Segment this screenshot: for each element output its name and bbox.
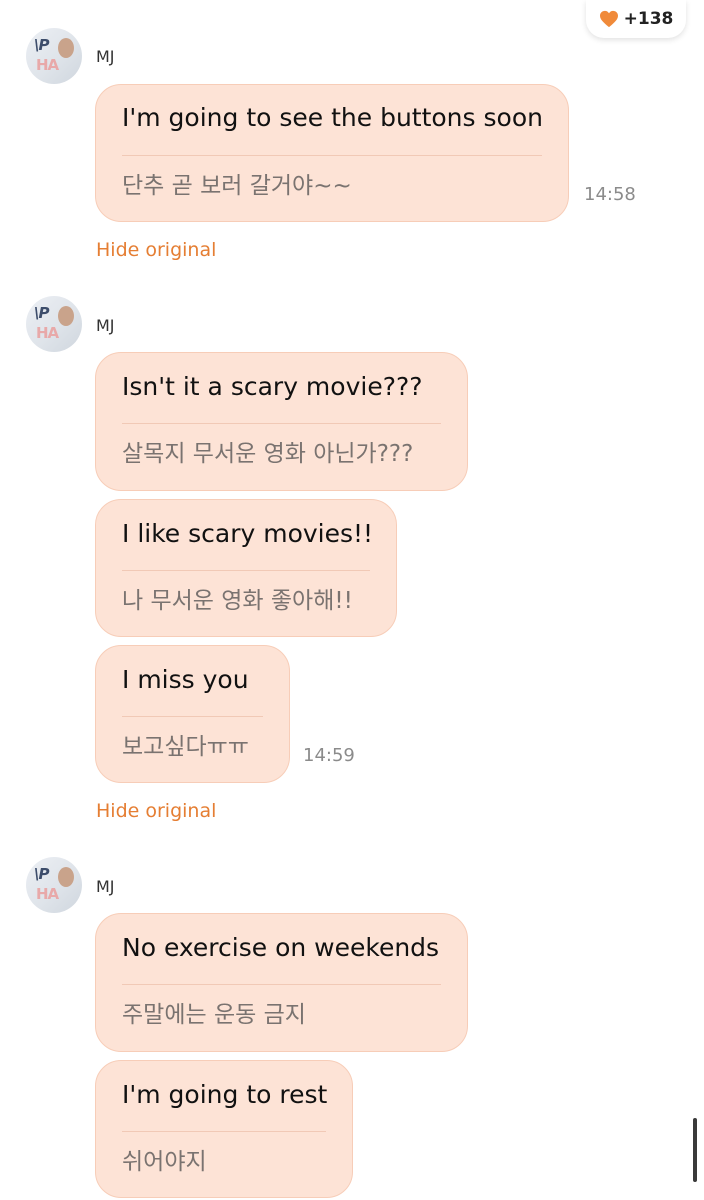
message-text: I'm going to see the buttons soon xyxy=(122,103,543,132)
sender-name: MJ xyxy=(96,47,115,66)
avatar[interactable]: \P HA xyxy=(26,296,82,352)
original-text: 주말에는 운동 금지 xyxy=(122,1002,306,1028)
message-bubble[interactable]: No exercise on weekends 주말에는 운동 금지 xyxy=(95,913,468,1052)
hide-original-link[interactable]: Hide original xyxy=(96,239,216,261)
original-text: 살목지 무서운 영화 아닌가??? xyxy=(122,441,414,467)
heart-icon xyxy=(599,10,618,28)
original-text: 보고싶다ㅠㅠ xyxy=(122,734,249,760)
divider xyxy=(122,570,370,571)
divider xyxy=(122,984,441,985)
avatar[interactable]: \P HA xyxy=(26,857,82,913)
divider xyxy=(122,716,263,717)
original-text: 나 무서운 영화 좋아해!! xyxy=(122,588,353,614)
message-bubble[interactable]: I like scary movies!! 나 무서운 영화 좋아해!! xyxy=(95,499,397,637)
message-bubble[interactable]: I'm going to rest 쉬어야지 xyxy=(95,1060,353,1198)
avatar[interactable]: \P HA xyxy=(26,28,82,84)
divider xyxy=(122,1131,326,1132)
hide-original-link[interactable]: Hide original xyxy=(96,800,216,822)
timestamp: 14:58 xyxy=(584,184,636,205)
scrollbar[interactable] xyxy=(693,1118,697,1182)
message-bubble[interactable]: I miss you 보고싶다ㅠㅠ xyxy=(95,645,290,783)
original-text: 쉬어야지 xyxy=(122,1149,207,1175)
original-text: 단추 곧 보러 갈거야~~ xyxy=(122,173,352,199)
timestamp: 14:59 xyxy=(303,745,355,766)
message-text: I miss you xyxy=(122,665,249,694)
reaction-count: +138 xyxy=(623,9,674,29)
message-text: I'm going to rest xyxy=(122,1080,328,1109)
divider xyxy=(122,423,441,424)
divider xyxy=(122,155,542,156)
message-text: I like scary movies!! xyxy=(122,519,374,548)
message-bubble[interactable]: I'm going to see the buttons soon 단추 곧 보… xyxy=(95,84,569,222)
reaction-badge[interactable]: +138 xyxy=(586,0,686,38)
message-text: No exercise on weekends xyxy=(122,933,440,962)
sender-name: MJ xyxy=(96,316,115,335)
message-text: Isn't it a scary movie??? xyxy=(122,372,423,401)
message-bubble[interactable]: Isn't it a scary movie??? 살목지 무서운 영화 아닌가… xyxy=(95,352,468,491)
sender-name: MJ xyxy=(96,877,115,896)
